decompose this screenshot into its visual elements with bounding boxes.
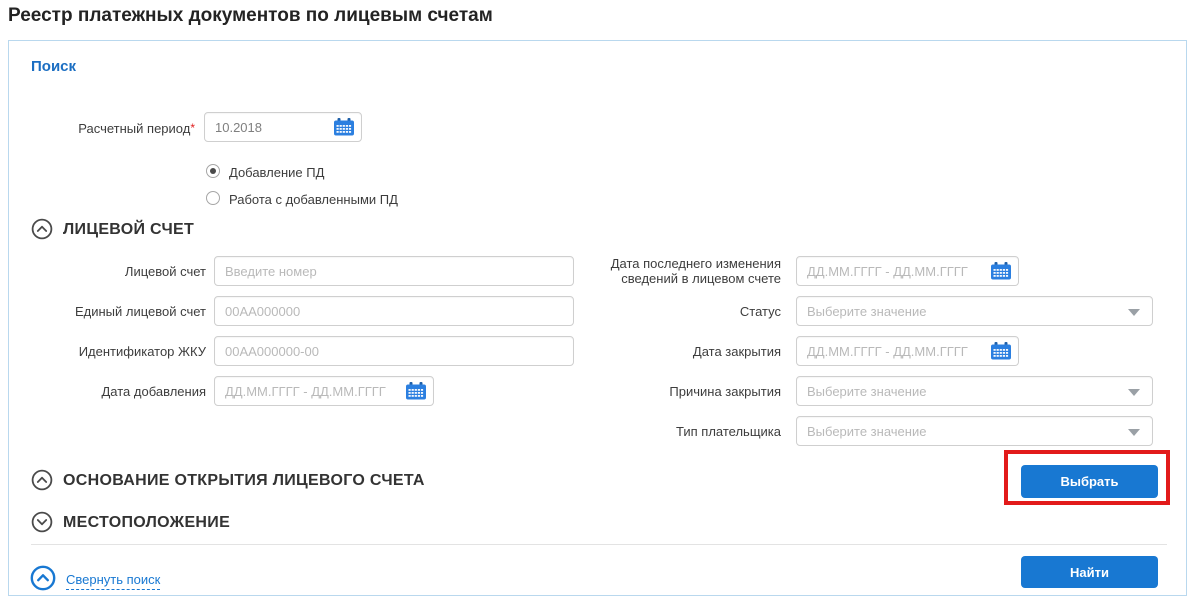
- collapse-search-icon[interactable]: [30, 565, 56, 591]
- close-reason-label: Причина закрытия: [579, 384, 781, 399]
- find-button[interactable]: Найти: [1021, 556, 1158, 588]
- page: Реестр платежных документов по лицевым с…: [0, 0, 1196, 604]
- chevron-down-icon: [1128, 389, 1140, 396]
- search-heading: Поиск: [31, 58, 76, 75]
- unified-account-input[interactable]: [214, 296, 574, 326]
- account-number-input[interactable]: [214, 256, 574, 286]
- page-title: Реестр платежных документов по лицевым с…: [8, 5, 493, 27]
- close-date-range-input[interactable]: [796, 336, 1019, 366]
- required-asterisk: *: [190, 121, 195, 135]
- radio-add-pd-label[interactable]: Добавление ПД: [229, 165, 324, 180]
- last-modified-field: [796, 256, 1019, 286]
- housing-service-id-label: Идентификатор ЖКУ: [29, 344, 206, 359]
- section-basis-toggle[interactable]: ОСНОВАНИЕ ОТКРЫТИЯ ЛИЦЕВОГО СЧЕТА: [63, 472, 425, 490]
- chevron-up-circle-icon[interactable]: [31, 469, 53, 491]
- chevron-up-circle-icon[interactable]: [31, 218, 53, 240]
- chevron-down-icon: [1128, 309, 1140, 316]
- calendar-icon[interactable]: [406, 382, 426, 400]
- calendar-icon[interactable]: [991, 262, 1011, 280]
- radio-work-pd-label[interactable]: Работа с добавленными ПД: [229, 192, 398, 207]
- billing-period-field: [204, 112, 362, 142]
- date-added-range-input[interactable]: [214, 376, 434, 406]
- status-label: Статус: [579, 304, 781, 319]
- housing-service-id-input[interactable]: [214, 336, 574, 366]
- collapse-search-link[interactable]: Свернуть поиск: [66, 572, 160, 590]
- radio-work-pd[interactable]: [206, 191, 220, 205]
- section-location-toggle[interactable]: МЕСТОПОЛОЖЕНИЕ: [63, 514, 230, 532]
- search-panel: Поиск Расчетный период* Добавление ПД: [8, 40, 1187, 596]
- payer-type-select[interactable]: Выберите значение: [796, 416, 1153, 446]
- payer-type-select-placeholder: Выберите значение: [807, 424, 926, 439]
- date-added-label: Дата добавления: [29, 384, 206, 399]
- status-select-placeholder: Выберите значение: [807, 304, 926, 319]
- close-reason-select[interactable]: Выберите значение: [796, 376, 1153, 406]
- chevron-down-circle-icon[interactable]: [31, 511, 53, 533]
- last-modified-label: Дата последнего изменения сведений в лиц…: [579, 256, 781, 286]
- section-account-toggle[interactable]: ЛИЦЕВОЙ СЧЕТ: [63, 221, 194, 239]
- calendar-icon[interactable]: [991, 342, 1011, 360]
- divider: [31, 544, 1167, 545]
- date-added-field: [214, 376, 434, 406]
- payer-type-label: Тип плательщика: [579, 424, 781, 439]
- choose-button[interactable]: Выбрать: [1021, 465, 1158, 498]
- calendar-icon[interactable]: [334, 118, 354, 136]
- close-date-label: Дата закрытия: [579, 344, 781, 359]
- account-number-label: Лицевой счет: [29, 264, 206, 279]
- status-select[interactable]: Выберите значение: [796, 296, 1153, 326]
- close-date-field: [796, 336, 1019, 366]
- close-reason-select-placeholder: Выберите значение: [807, 384, 926, 399]
- chevron-down-icon: [1128, 429, 1140, 436]
- unified-account-label: Единый лицевой счет: [29, 304, 206, 319]
- billing-period-label: Расчетный период*: [29, 121, 195, 136]
- radio-add-pd[interactable]: [206, 164, 220, 178]
- last-modified-range-input[interactable]: [796, 256, 1019, 286]
